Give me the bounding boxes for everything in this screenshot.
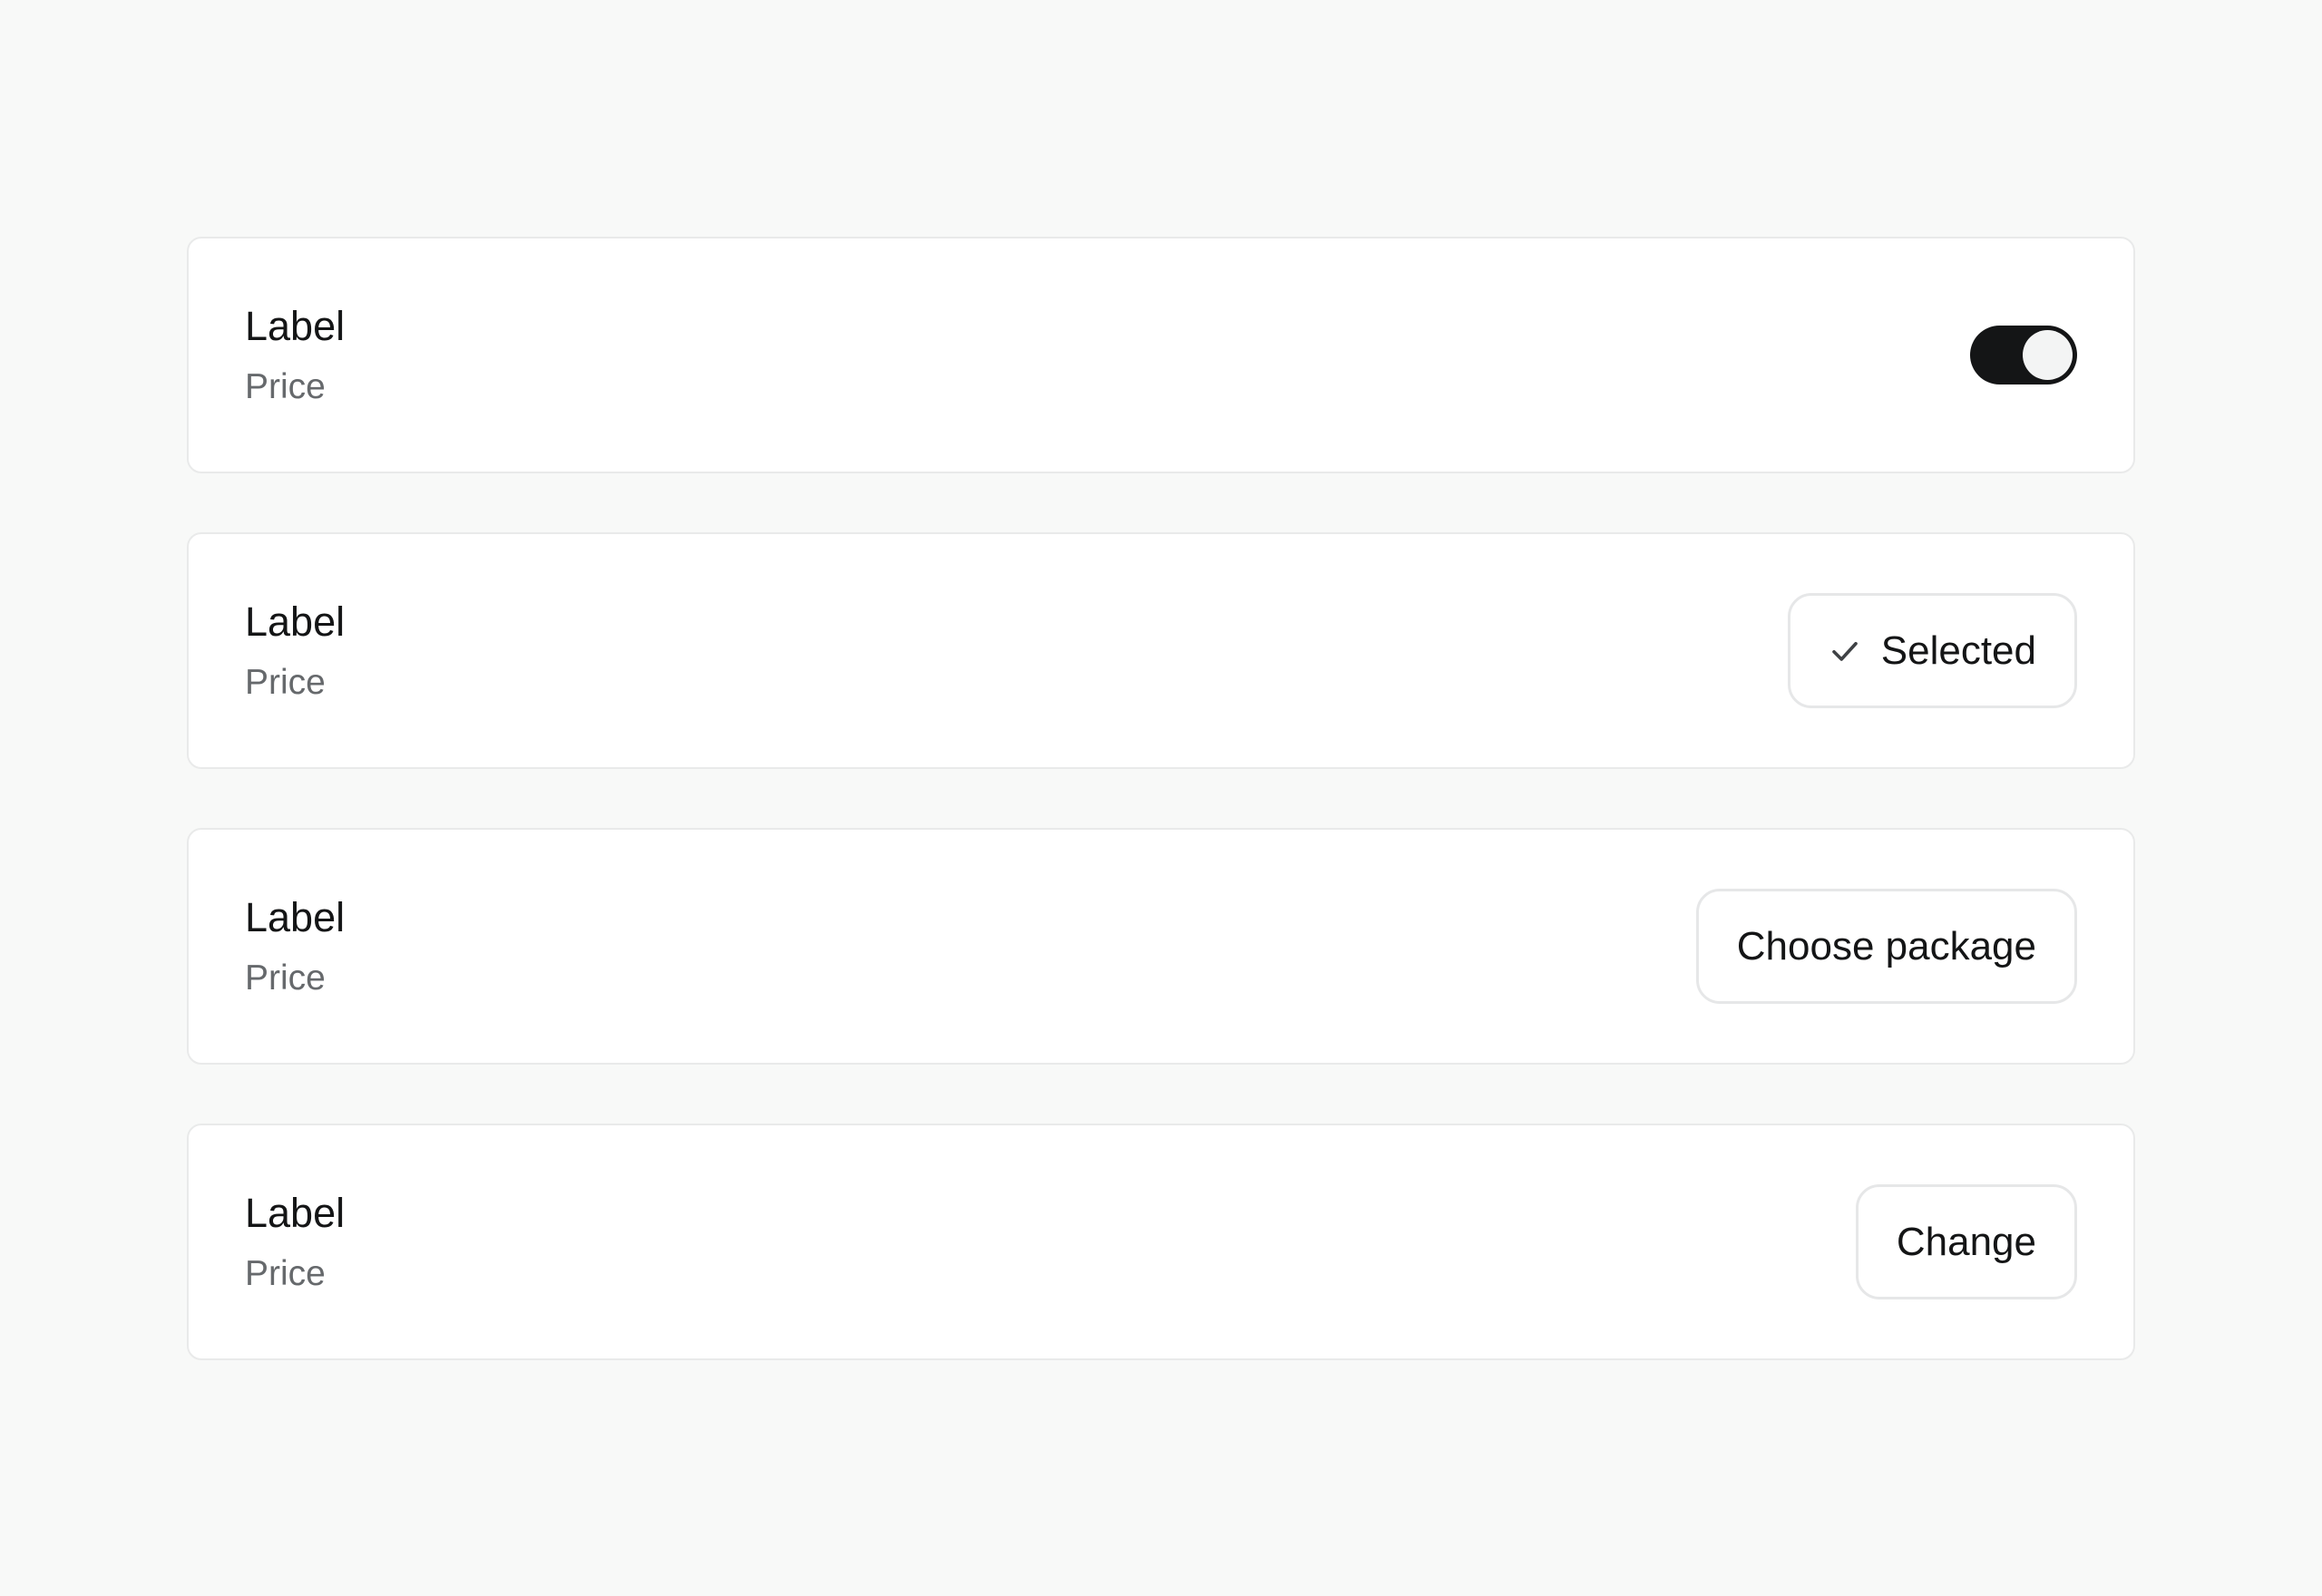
change-button[interactable]: Change <box>1855 1184 2077 1299</box>
package-info: Label Price <box>245 1190 345 1295</box>
choose-package-button-label: Choose package <box>1736 923 2036 968</box>
change-button-label: Change <box>1896 1219 2036 1264</box>
package-price: Price <box>245 662 326 702</box>
package-label: Label <box>245 1189 346 1236</box>
package-row: Label Price Choose package <box>187 828 2135 1065</box>
package-info: Label Price <box>245 894 345 999</box>
selected-button-label: Selected <box>1880 628 2036 673</box>
package-label: Label <box>245 302 346 349</box>
package-row: Label Price Change <box>187 1124 2135 1360</box>
package-label: Label <box>245 893 346 940</box>
toggle-knob <box>2023 330 2073 380</box>
package-price: Price <box>245 958 326 998</box>
package-list: Label Price Label Price Selected Label P… <box>187 237 2135 1360</box>
package-row: Label Price <box>187 237 2135 473</box>
choose-package-button[interactable]: Choose package <box>1695 889 2077 1004</box>
package-toggle[interactable] <box>1970 326 2077 384</box>
selected-button[interactable]: Selected <box>1787 593 2077 708</box>
package-price: Price <box>245 1253 326 1293</box>
package-label: Label <box>245 598 346 645</box>
package-price: Price <box>245 366 326 406</box>
package-row: Label Price Selected <box>187 532 2135 769</box>
check-icon <box>1829 635 1861 667</box>
package-info: Label Price <box>245 303 345 408</box>
package-info: Label Price <box>245 598 345 704</box>
